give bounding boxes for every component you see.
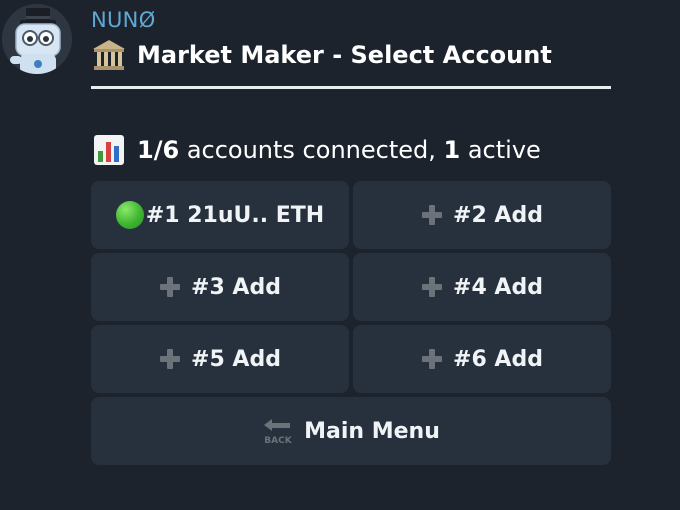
inline-keyboard: #1 21uU.. ETH #2 Add #3 Add #4 Add #5 Ad bbox=[91, 181, 611, 465]
robot-avatar-icon bbox=[2, 4, 72, 74]
message-title: Market Maker - Select Account bbox=[137, 41, 552, 69]
back-icon-text: BACK bbox=[264, 436, 292, 445]
plus-icon bbox=[421, 276, 443, 298]
account-3-add-button[interactable]: #3 Add bbox=[91, 253, 349, 321]
bar-chart-icon bbox=[93, 134, 125, 166]
active-label: active bbox=[467, 136, 541, 164]
account-6-add-button[interactable]: #6 Add bbox=[353, 325, 611, 393]
account-1-button[interactable]: #1 21uU.. ETH bbox=[91, 181, 349, 249]
account-4-label: #4 Add bbox=[453, 274, 543, 300]
classical-building-icon bbox=[91, 38, 127, 72]
account-1-label: #1 21uU.. ETH bbox=[145, 202, 325, 228]
connected-label: accounts connected, bbox=[186, 136, 436, 164]
chat-screen: NUNØ Market Maker - Select Account 1/6 a… bbox=[0, 0, 680, 510]
account-2-label: #2 Add bbox=[453, 202, 543, 228]
connection-status: 1/6 accounts connected, 1 active bbox=[93, 134, 541, 166]
account-5-add-button[interactable]: #5 Add bbox=[91, 325, 349, 393]
title-divider bbox=[91, 86, 611, 89]
message-title-row: Market Maker - Select Account bbox=[91, 38, 552, 72]
plus-icon bbox=[421, 204, 443, 226]
account-4-add-button[interactable]: #4 Add bbox=[353, 253, 611, 321]
main-menu-button[interactable]: BACK Main Menu bbox=[91, 397, 611, 465]
account-2-add-button[interactable]: #2 Add bbox=[353, 181, 611, 249]
status-text: 1/6 accounts connected, 1 active bbox=[137, 136, 541, 164]
plus-icon bbox=[421, 348, 443, 370]
plus-icon bbox=[159, 348, 181, 370]
plus-icon bbox=[159, 276, 181, 298]
account-5-label: #5 Add bbox=[191, 346, 281, 372]
account-6-label: #6 Add bbox=[453, 346, 543, 372]
active-count: 1 bbox=[443, 136, 461, 164]
back-arrow-icon: BACK bbox=[262, 417, 294, 446]
green-circle-icon bbox=[115, 201, 144, 229]
bot-avatar[interactable] bbox=[2, 4, 72, 74]
main-menu-label: Main Menu bbox=[304, 418, 440, 444]
account-3-label: #3 Add bbox=[191, 274, 281, 300]
connected-count: 1/6 bbox=[137, 136, 180, 164]
sender-name[interactable]: NUNØ bbox=[91, 8, 156, 32]
